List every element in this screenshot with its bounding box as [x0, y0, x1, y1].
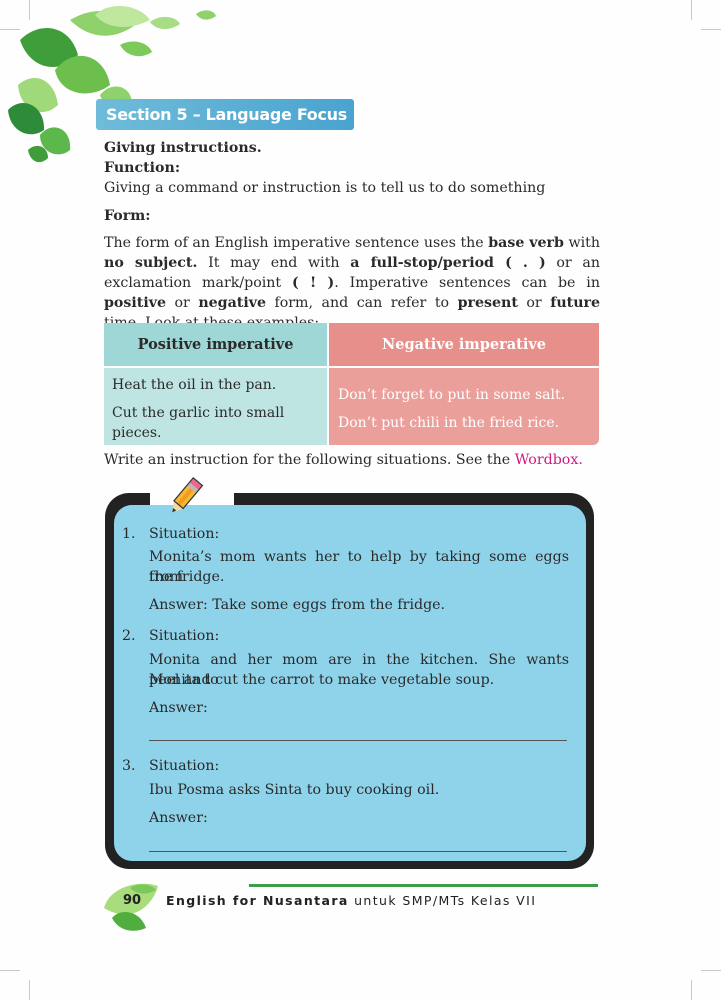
imperative-table: Positive imperative Negative imperative …: [104, 323, 599, 445]
situation-label: Situation:: [149, 628, 220, 644]
heading: Giving instructions.: [104, 140, 262, 156]
exercise-number: 3.: [122, 758, 136, 774]
footer-rule: [249, 884, 598, 887]
answer-label: Answer:: [149, 700, 208, 716]
positive-example: pieces.: [112, 425, 162, 441]
exercise-number: 1.: [122, 526, 136, 542]
situation-label: Situation:: [149, 526, 220, 542]
section-title: Section 5 – Language Focus: [96, 99, 354, 130]
crop-mark: [701, 29, 721, 30]
answer-text: Answer: Take some eggs from the fridge.: [149, 597, 446, 613]
instruction: Write an instruction for the following s…: [104, 452, 583, 468]
positive-header: Positive imperative: [137, 336, 294, 353]
crop-mark: [691, 0, 692, 20]
form-paragraph: The form of an English imperative senten…: [104, 235, 601, 331]
pencil-icon: [172, 476, 204, 513]
negative-header: Negative imperative: [381, 336, 547, 353]
answer-line[interactable]: [149, 740, 567, 741]
positive-header-cell: Positive imperative: [104, 323, 327, 366]
crop-mark: [691, 980, 692, 1000]
situation-text: Ibu Posma asks Sinta to buy cooking oil.: [149, 782, 440, 798]
crop-mark: [29, 980, 30, 1000]
form-label: Form:: [104, 208, 151, 224]
answer-line[interactable]: [149, 851, 567, 852]
crop-mark: [0, 970, 20, 971]
situation-text: peel and cut the carrot to make vegetabl…: [149, 672, 495, 688]
crop-mark: [701, 970, 721, 971]
negative-example: Don’t put chili in the fried rice.: [338, 415, 560, 431]
wordbox-link[interactable]: Wordbox.: [515, 452, 583, 468]
answer-label: Answer:: [149, 810, 208, 826]
footer-book-title: English for Nusantara untuk SMP/MTs Kela…: [166, 893, 537, 908]
positive-examples-cell: Heat the oil in the pan. Cut the garlic …: [104, 368, 327, 445]
negative-example: Don’t forget to put in some salt.: [338, 387, 566, 403]
situation-label: Situation:: [149, 758, 220, 774]
function-text: Giving a command or instruction is to te…: [104, 180, 546, 196]
function-label: Function:: [104, 160, 181, 176]
positive-example: Heat the oil in the pan.: [112, 377, 277, 393]
positive-example: Cut the garlic into small: [112, 405, 285, 421]
exercise-number: 2.: [122, 628, 136, 644]
negative-header-cell: Negative imperative: [329, 323, 599, 366]
negative-examples-cell: Don’t forget to put in some salt. Don’t …: [329, 368, 599, 445]
situation-text: the fridge.: [149, 569, 225, 585]
page-number: 90: [123, 893, 142, 908]
